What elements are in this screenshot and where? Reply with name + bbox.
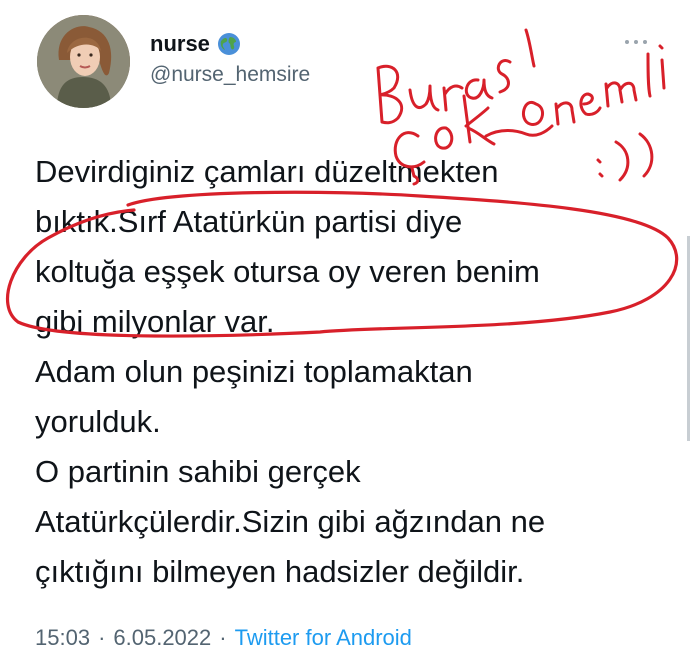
meta-separator: · xyxy=(98,625,106,650)
avatar-photo xyxy=(37,15,130,108)
author-name[interactable]: nurse xyxy=(150,31,241,57)
more-dots-icon[interactable] xyxy=(625,38,649,46)
tweet-text-line: Devirdiginiz çamları düzeltmekten xyxy=(35,154,499,189)
tweet-text-line: Adam olun peşinizi toplamaktan xyxy=(35,354,473,389)
globe-icon xyxy=(217,32,241,56)
tweet-text-line: Atatürkçülerdir.Sizin gibi ağzından ne xyxy=(35,504,546,539)
tweet-text-line: çıktığını bilmeyen hadsizler değildir. xyxy=(35,554,525,589)
tweet-date[interactable]: 6.05.2022 xyxy=(113,625,211,650)
author-handle[interactable]: @nurse_hemsire xyxy=(150,63,310,87)
avatar[interactable] xyxy=(37,15,130,108)
display-name-text: nurse xyxy=(150,31,210,56)
tweet-meta: 15:03 · 6.05.2022 · Twitter for Android xyxy=(35,625,412,651)
tweet-text-line: gibi milyonlar var. xyxy=(35,304,275,339)
tweet-time[interactable]: 15:03 xyxy=(35,625,90,650)
tweet-text: Devirdiginiz çamları düzeltmekten bıktık… xyxy=(35,147,675,597)
tweet-text-line: bıktık.Sırf Atatürkün partisi diye xyxy=(35,204,463,239)
tweet-text-line: koltuğa eşşek otursa oy veren benim xyxy=(35,254,540,289)
tweet-text-line: yorulduk. xyxy=(35,404,161,439)
tweet-text-line: O partinin sahibi gerçek xyxy=(35,454,361,489)
meta-separator: · xyxy=(219,625,227,650)
tweet-source-link[interactable]: Twitter for Android xyxy=(235,625,412,650)
